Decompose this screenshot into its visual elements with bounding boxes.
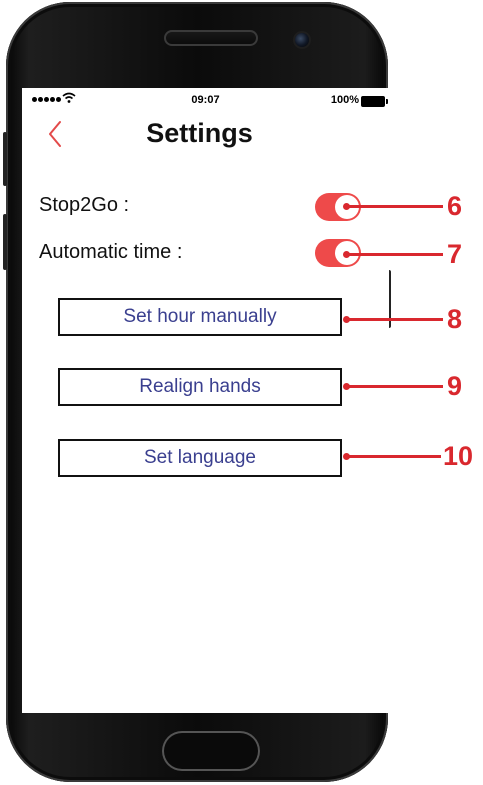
- front-camera: [295, 33, 309, 47]
- battery-percent: 100%: [330, 94, 359, 106]
- callout-9-line: [347, 385, 443, 388]
- left-side-button-lower: [3, 214, 7, 270]
- callout-8-number: 8: [447, 304, 463, 334]
- automatic-time-label: Automatic time :: [39, 241, 183, 263]
- app-screen: 09:07 100% Settings Stop2Go : Automatic …: [22, 88, 389, 713]
- callout-10-line: [347, 455, 441, 458]
- callout-8-line: [347, 318, 443, 321]
- status-bar: 09:07 100%: [22, 88, 389, 114]
- set-hour-manually-button[interactable]: Set hour manually: [58, 298, 342, 336]
- left-side-button-upper: [3, 132, 7, 186]
- callout-10-number: 10: [443, 441, 474, 471]
- battery-icon: [361, 96, 388, 107]
- callout-7-line: [347, 253, 443, 256]
- home-button[interactable]: [162, 731, 260, 771]
- set-language-button[interactable]: Set language: [58, 439, 342, 477]
- callout-6-line: [347, 205, 443, 208]
- callout-6-number: 6: [447, 191, 463, 221]
- callout-9-number: 9: [447, 371, 463, 401]
- page-title: Settings: [146, 118, 253, 148]
- earpiece-speaker: [164, 30, 258, 46]
- realign-hands-button[interactable]: Realign hands: [58, 368, 342, 406]
- stop2go-label: Stop2Go :: [39, 194, 130, 216]
- callout-7-number: 7: [447, 239, 463, 269]
